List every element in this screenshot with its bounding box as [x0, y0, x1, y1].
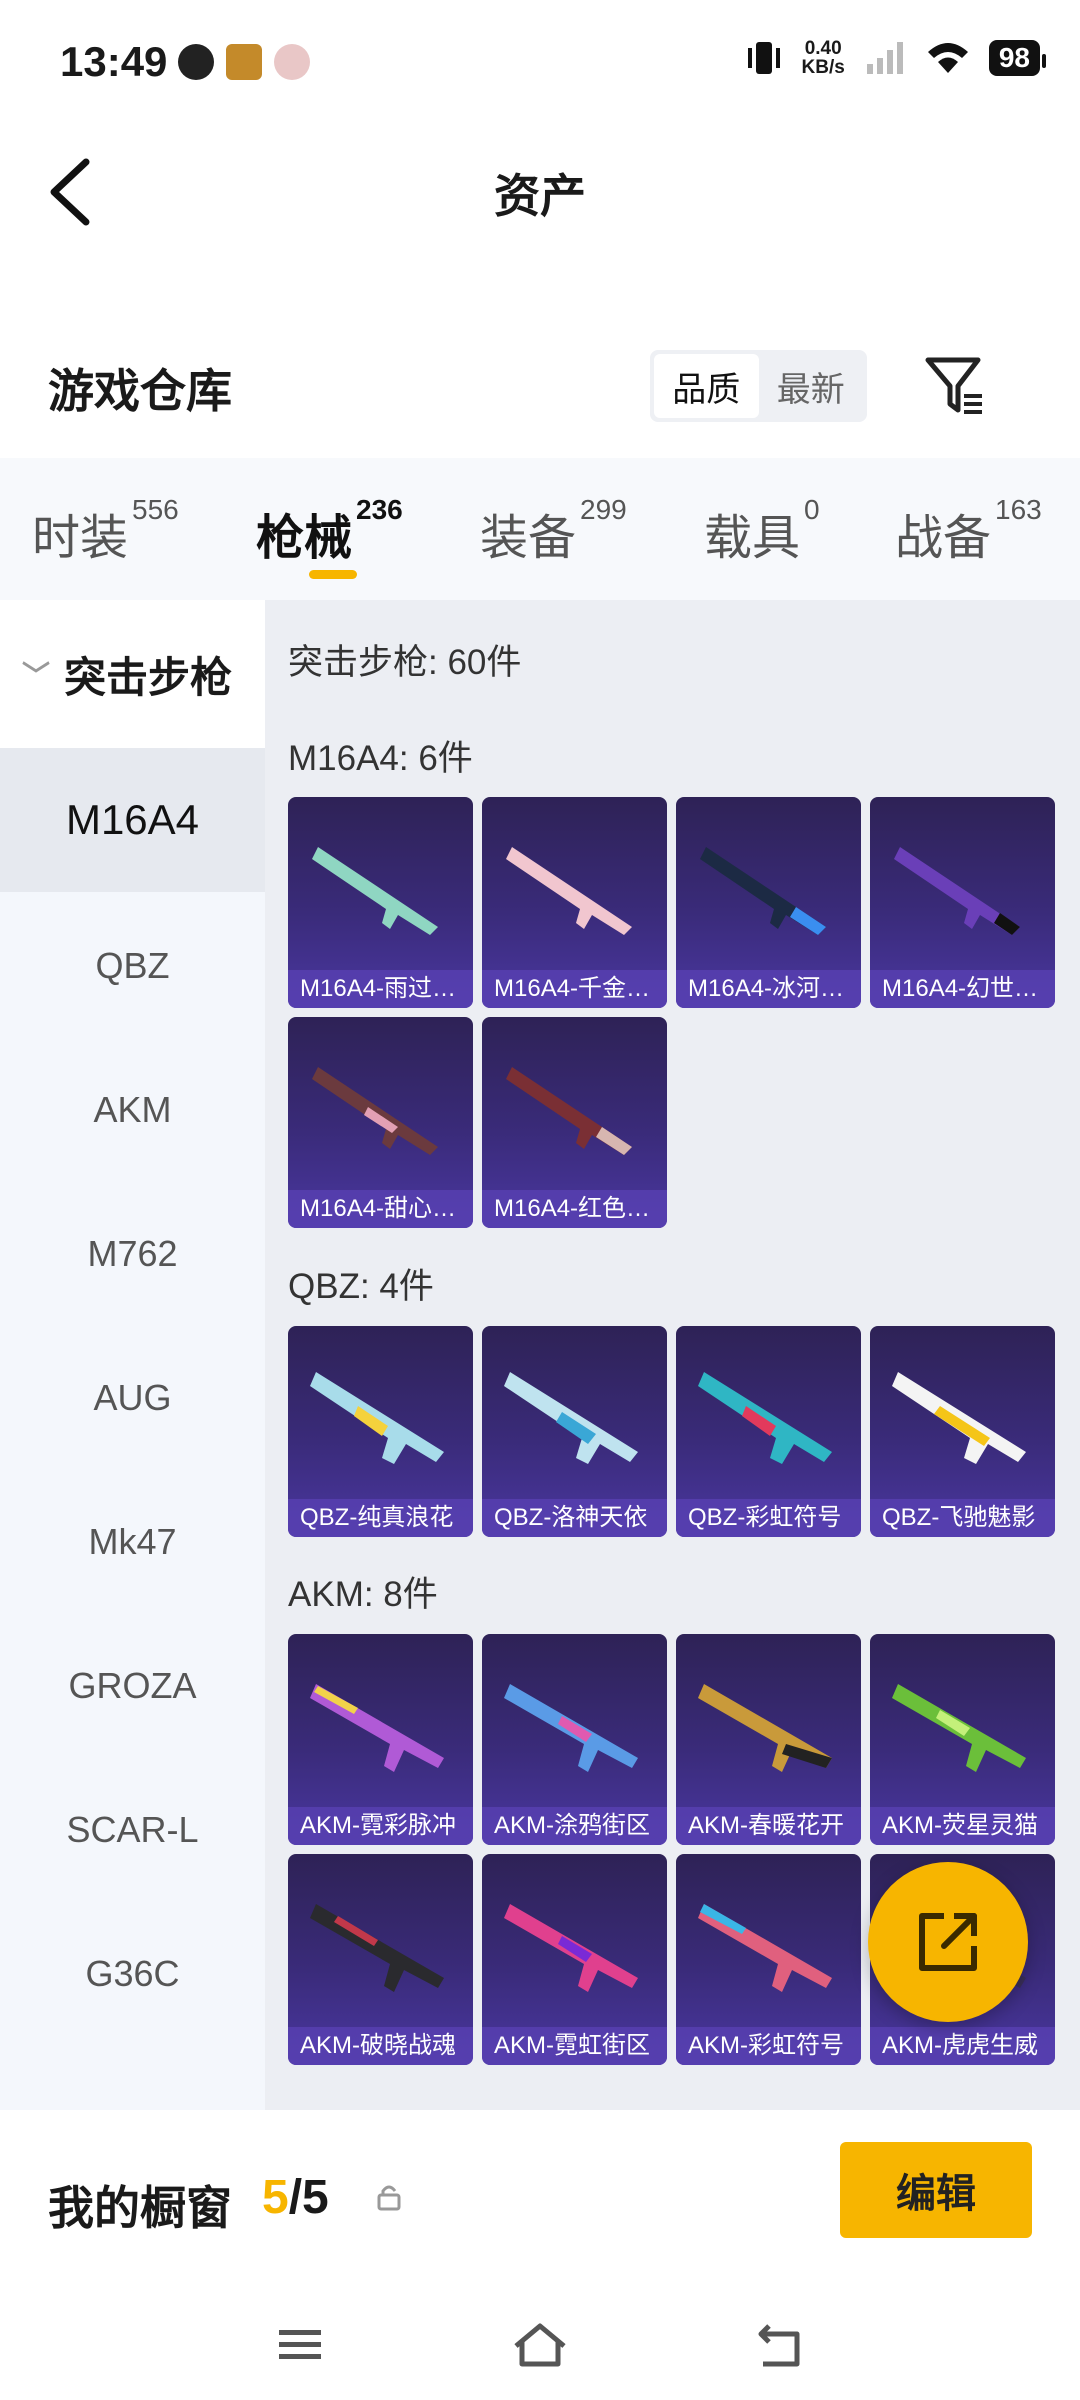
rifle-image — [504, 1684, 638, 1772]
tab-equipment[interactable]: 装备299 — [480, 494, 627, 568]
rifle-image — [310, 1684, 444, 1772]
tab-vehicles[interactable]: 载具0 — [704, 494, 820, 568]
weapon-card[interactable]: QBZ-彩虹符号 — [676, 1326, 861, 1537]
home-icon[interactable] — [510, 2320, 570, 2370]
system-nav-bar — [0, 2290, 1080, 2400]
section-title-akm: AKM: 8件 — [288, 1575, 438, 1614]
sort-quality-option[interactable]: 品质 — [654, 354, 759, 418]
showcase-bar: 我的橱窗 5/5 编辑 — [0, 2110, 1080, 2290]
rifle-image — [894, 847, 1020, 935]
lock-icon — [377, 2185, 401, 2211]
rifle-image — [698, 1904, 832, 1992]
weapon-card[interactable]: AKM-春暖花开 — [676, 1634, 861, 1845]
weapon-card[interactable]: QBZ-飞驰魅影 — [870, 1326, 1055, 1537]
showcase-label: 我的橱窗 — [48, 2182, 232, 2234]
filter-icon — [925, 357, 982, 414]
sidebar-item-aug[interactable]: AUG — [0, 1326, 265, 1470]
warehouse-title: 游戏仓库 — [48, 365, 232, 417]
edit-button[interactable]: 编辑 — [840, 2142, 1032, 2238]
weapon-card[interactable]: QBZ-纯真浪花 — [288, 1326, 473, 1537]
sidebar-item-m16a4[interactable]: M16A4 — [0, 748, 265, 892]
rifle-image — [504, 1904, 638, 1992]
weapon-card[interactable]: AKM-荧星灵猫 — [870, 1634, 1055, 1845]
weapon-card[interactable]: AKM-涂鸦街区 — [482, 1634, 667, 1845]
vibrate-icon — [747, 42, 780, 74]
page-title: 资产 — [494, 170, 586, 222]
rifle-image — [310, 1372, 444, 1464]
rifle-image — [506, 847, 632, 935]
sidebar-item-mk47[interactable]: Mk47 — [0, 1470, 265, 1614]
menu-icon[interactable] — [275, 2320, 325, 2370]
sidebar-item-scar-l[interactable]: SCAR-L — [0, 1758, 265, 1902]
weapon-card[interactable]: M16A4-千金… — [482, 797, 667, 1008]
signal-icon — [866, 42, 903, 74]
status-bar: 13:49 0.40 KB/s 98 — [0, 0, 1080, 120]
avatar-app-icon — [274, 44, 310, 80]
chevron-down-icon: ﹀ — [22, 660, 51, 691]
weapon-type-sidebar: ﹀ 突击步枪 M16A4 QBZ AKM M762 AUG Mk47 GROZA… — [0, 600, 265, 2110]
category-summary: 突击步枪: 60件 — [288, 643, 522, 682]
share-fab[interactable] — [868, 1862, 1028, 2022]
game-app-icon — [226, 44, 262, 80]
tab-firearms[interactable]: 枪械236 — [256, 494, 403, 568]
net-speed: 0.40 KB/s — [801, 38, 845, 78]
showcase-count: 5/5 — [262, 2171, 329, 2224]
weapon-card[interactable]: M16A4-幻世… — [870, 797, 1055, 1008]
back-nav-icon[interactable] — [755, 2320, 805, 2370]
sidebar-item-g36c[interactable]: G36C — [0, 1902, 265, 2046]
sort-toggle: 品质 最新 — [650, 350, 867, 422]
rifle-image — [312, 847, 438, 935]
sidebar-group-assault-rifles[interactable]: ﹀ 突击步枪 — [0, 600, 265, 748]
weapon-card[interactable]: AKM-霓彩脉冲 — [288, 1634, 473, 1845]
filter-button[interactable] — [920, 350, 990, 420]
rifle-image — [504, 1372, 638, 1464]
rifle-image — [506, 1067, 632, 1155]
rifle-image — [310, 1904, 444, 1992]
section-title-m16a4: M16A4: 6件 — [288, 739, 473, 778]
weapon-card[interactable]: M16A4-甜心… — [288, 1017, 473, 1228]
rifle-image — [698, 1372, 832, 1464]
weapon-card[interactable]: AKM-彩虹符号 — [676, 1854, 861, 2065]
sort-newest-option[interactable]: 最新 — [759, 354, 864, 418]
share-icon — [919, 1913, 977, 1971]
weapon-card[interactable]: M16A4-冰河… — [676, 797, 861, 1008]
sidebar-item-groza[interactable]: GROZA — [0, 1614, 265, 1758]
clock: 13:49 — [60, 38, 168, 85]
rifle-image — [892, 1372, 1026, 1464]
section-title-qbz: QBZ: 4件 — [288, 1267, 434, 1306]
weapon-card[interactable]: AKM-破晓战魂 — [288, 1854, 473, 2065]
rifle-image — [312, 1067, 438, 1155]
wifi-icon — [927, 43, 968, 73]
rifle-image — [892, 1684, 1026, 1772]
rifle-image — [698, 1684, 832, 1772]
tab-supplies[interactable]: 战备163 — [895, 494, 1042, 568]
sidebar-item-akm[interactable]: AKM — [0, 1038, 265, 1182]
rifle-image — [700, 847, 826, 935]
active-tab-indicator — [309, 570, 357, 579]
sidebar-item-m762[interactable]: M762 — [0, 1182, 265, 1326]
sidebar-item-qbz[interactable]: QBZ — [0, 894, 265, 1038]
notification-icon — [178, 44, 214, 80]
tab-fashion[interactable]: 时装556 — [32, 494, 179, 568]
category-tabs: 时装556 枪械236 装备299 载具0 战备163 — [0, 458, 1080, 600]
weapon-card[interactable]: AKM-霓虹街区 — [482, 1854, 667, 2065]
weapon-card[interactable]: M16A4-红色… — [482, 1017, 667, 1228]
battery-indicator: 98 — [988, 40, 1047, 76]
weapon-card[interactable]: M16A4-雨过… — [288, 797, 473, 1008]
weapon-card[interactable]: QBZ-洛神天依 — [482, 1326, 667, 1537]
